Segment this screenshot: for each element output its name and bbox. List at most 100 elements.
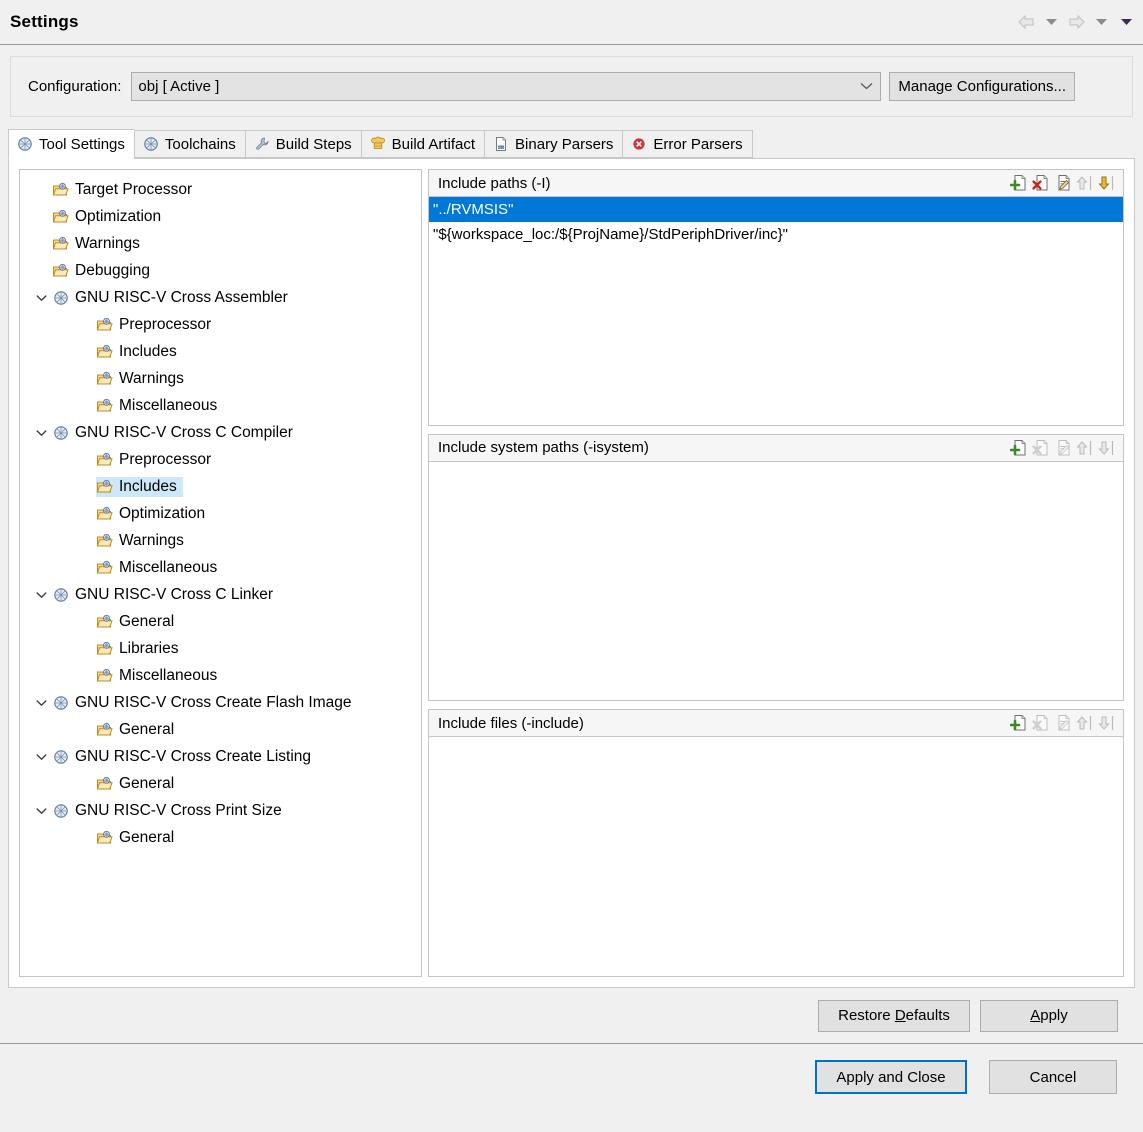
option-panels: Include paths (-I) "../RVMSIS" "${workspac… xyxy=(428,169,1124,977)
tree-item-warnings[interactable]: Warnings xyxy=(20,365,421,392)
list-item[interactable]: "../RVMSIS" xyxy=(429,197,1123,222)
back-dropdown-icon[interactable] xyxy=(1042,12,1060,32)
tool-settings-panel: Target Processor Optimization Warnings Debu… xyxy=(8,158,1135,988)
tree-item-gnu-risc-v-cross-print-size[interactable]: GNU RISC-V Cross Print Size xyxy=(20,797,421,824)
tree-item-content: GNU RISC-V Cross Create Flash Image xyxy=(52,693,358,713)
tab-binary-parsers[interactable]: 010 Binary Parsers xyxy=(484,130,623,158)
cancel-button[interactable]: Cancel xyxy=(989,1060,1117,1094)
configuration-label: Configuration: xyxy=(28,78,122,95)
tree-item-content: GNU RISC-V Cross Print Size xyxy=(52,801,288,821)
configuration-select[interactable]: obj [ Active ] xyxy=(131,72,882,101)
folder-gear-icon xyxy=(96,398,114,414)
tree-item-label: Miscellaneous xyxy=(119,666,218,684)
tree-item-content: Debugging xyxy=(52,261,156,281)
tree-item-warnings[interactable]: Warnings xyxy=(20,230,421,257)
restore-defaults-button[interactable]: Restore Defaults xyxy=(818,999,970,1032)
tree-item-miscellaneous[interactable]: Miscellaneous xyxy=(20,392,421,419)
tree-item-general[interactable]: General xyxy=(20,824,421,851)
panel-header: Include files (-include) xyxy=(428,709,1124,738)
gear-globe-icon xyxy=(52,425,70,441)
chef-hat-icon xyxy=(370,136,386,152)
tree-item-warnings[interactable]: Warnings xyxy=(20,527,421,554)
chevron-down-icon[interactable] xyxy=(30,294,52,302)
wrench-icon xyxy=(254,136,270,152)
panel-header: Include system paths (-isystem) xyxy=(428,433,1124,462)
tree-item-label: GNU RISC-V Cross C Compiler xyxy=(75,423,293,441)
tree-item-label: Includes xyxy=(119,477,177,495)
tree-item-label: Preprocessor xyxy=(119,315,212,333)
list-item[interactable]: "${workspace_loc:/${ProjName}/StdPeriphD… xyxy=(429,222,1123,247)
panel-list[interactable]: "../RVMSIS" "${workspace_loc:/${ProjName}… xyxy=(428,197,1124,426)
tree-item-label: Warnings xyxy=(119,369,184,387)
tree-item-libraries[interactable]: Libraries xyxy=(20,635,421,662)
tab-error-parsers[interactable]: Error Parsers xyxy=(622,130,753,158)
tree-item-label: Warnings xyxy=(75,234,140,252)
gear-globe-icon xyxy=(52,695,70,711)
chevron-down-icon[interactable] xyxy=(30,699,52,707)
tab-build-steps[interactable]: Build Steps xyxy=(244,130,361,158)
tree-item-optimization[interactable]: Optimization xyxy=(20,500,421,527)
tree-item-preprocessor[interactable]: Preprocessor xyxy=(20,446,421,473)
apply-button-row: Restore Defaults Apply xyxy=(0,988,1143,1043)
add-icon[interactable] xyxy=(1009,174,1028,192)
tree-item-gnu-risc-v-cross-assembler[interactable]: GNU RISC-V Cross Assembler xyxy=(20,284,421,311)
chevron-down-icon[interactable] xyxy=(30,807,52,815)
tab-toolchains[interactable]: Toolchains xyxy=(133,130,245,158)
panel-title: Include paths (-I) xyxy=(438,174,551,192)
svg-text:010: 010 xyxy=(498,145,503,149)
forward-arrow-icon[interactable] xyxy=(1067,12,1085,32)
tree-item-content: Warnings xyxy=(96,531,190,551)
chevron-down-icon[interactable] xyxy=(30,429,52,437)
tree-item-gnu-risc-v-cross-c-compiler[interactable]: GNU RISC-V Cross C Compiler xyxy=(20,419,421,446)
tree-item-content: General xyxy=(96,828,180,848)
restore-defaults-label: Restore Defaults xyxy=(838,1007,950,1024)
folder-gear-icon xyxy=(96,830,114,846)
folder-gear-icon xyxy=(96,641,114,657)
tree-item-target-processor[interactable]: Target Processor xyxy=(20,176,421,203)
chevron-down-icon[interactable] xyxy=(30,591,52,599)
tool-settings-tree[interactable]: Target Processor Optimization Warnings Debu… xyxy=(19,169,422,977)
delete-icon[interactable] xyxy=(1032,174,1050,192)
forward-dropdown-icon[interactable] xyxy=(1092,12,1110,32)
add-icon[interactable] xyxy=(1009,439,1028,457)
tree-item-miscellaneous[interactable]: Miscellaneous xyxy=(20,662,421,689)
tree-item-content: GNU RISC-V Cross C Compiler xyxy=(52,423,299,443)
tree-item-label: Optimization xyxy=(119,504,206,522)
tree-item-gnu-risc-v-cross-create-flash-image[interactable]: GNU RISC-V Cross Create Flash Image xyxy=(20,689,421,716)
tree-item-general[interactable]: General xyxy=(20,608,421,635)
manage-configurations-button[interactable]: Manage Configurations... xyxy=(889,72,1076,101)
tree-item-gnu-risc-v-cross-c-linker[interactable]: GNU RISC-V Cross C Linker xyxy=(20,581,421,608)
tree-item-general[interactable]: General xyxy=(20,716,421,743)
panel-list[interactable] xyxy=(428,737,1124,977)
tree-item-content: Warnings xyxy=(52,234,146,254)
tree-item-content: Includes xyxy=(96,342,183,362)
chevron-down-icon[interactable] xyxy=(30,753,52,761)
tree-item-content: Preprocessor xyxy=(96,450,217,470)
tree-item-gnu-risc-v-cross-create-listing[interactable]: GNU RISC-V Cross Create Listing xyxy=(20,743,421,770)
panel-list[interactable] xyxy=(428,461,1124,702)
tree-item-content: General xyxy=(96,774,180,794)
tree-item-label: Miscellaneous xyxy=(119,558,218,576)
tree-item-content: GNU RISC-V Cross Assembler xyxy=(52,288,294,308)
back-arrow-icon[interactable] xyxy=(1017,12,1035,32)
tree-item-general[interactable]: General xyxy=(20,770,421,797)
panel-toolbar xyxy=(1009,174,1119,192)
add-icon[interactable] xyxy=(1009,714,1028,732)
apply-button[interactable]: Apply xyxy=(980,999,1118,1032)
tree-item-includes[interactable]: Includes xyxy=(20,338,421,365)
tree-item-optimization[interactable]: Optimization xyxy=(20,203,421,230)
tree-item-label: General xyxy=(119,774,175,792)
tree-item-debugging[interactable]: Debugging xyxy=(20,257,421,284)
move-down-icon[interactable] xyxy=(1098,174,1116,192)
menu-dropdown-icon[interactable] xyxy=(1117,12,1135,32)
tree-item-preprocessor[interactable]: Preprocessor xyxy=(20,311,421,338)
tab-build-artifact[interactable]: Build Artifact xyxy=(360,130,485,158)
tree-item-miscellaneous[interactable]: Miscellaneous xyxy=(20,554,421,581)
tree-item-label: GNU RISC-V Cross Print Size xyxy=(75,801,282,819)
edit-icon[interactable] xyxy=(1054,174,1072,192)
gear-globe-icon xyxy=(52,749,70,765)
page-title: Settings xyxy=(10,12,79,31)
tab-tool-settings[interactable]: Tool Settings xyxy=(8,129,134,159)
tree-item-includes[interactable]: Includes xyxy=(20,473,421,500)
apply-and-close-button[interactable]: Apply and Close xyxy=(815,1060,967,1094)
